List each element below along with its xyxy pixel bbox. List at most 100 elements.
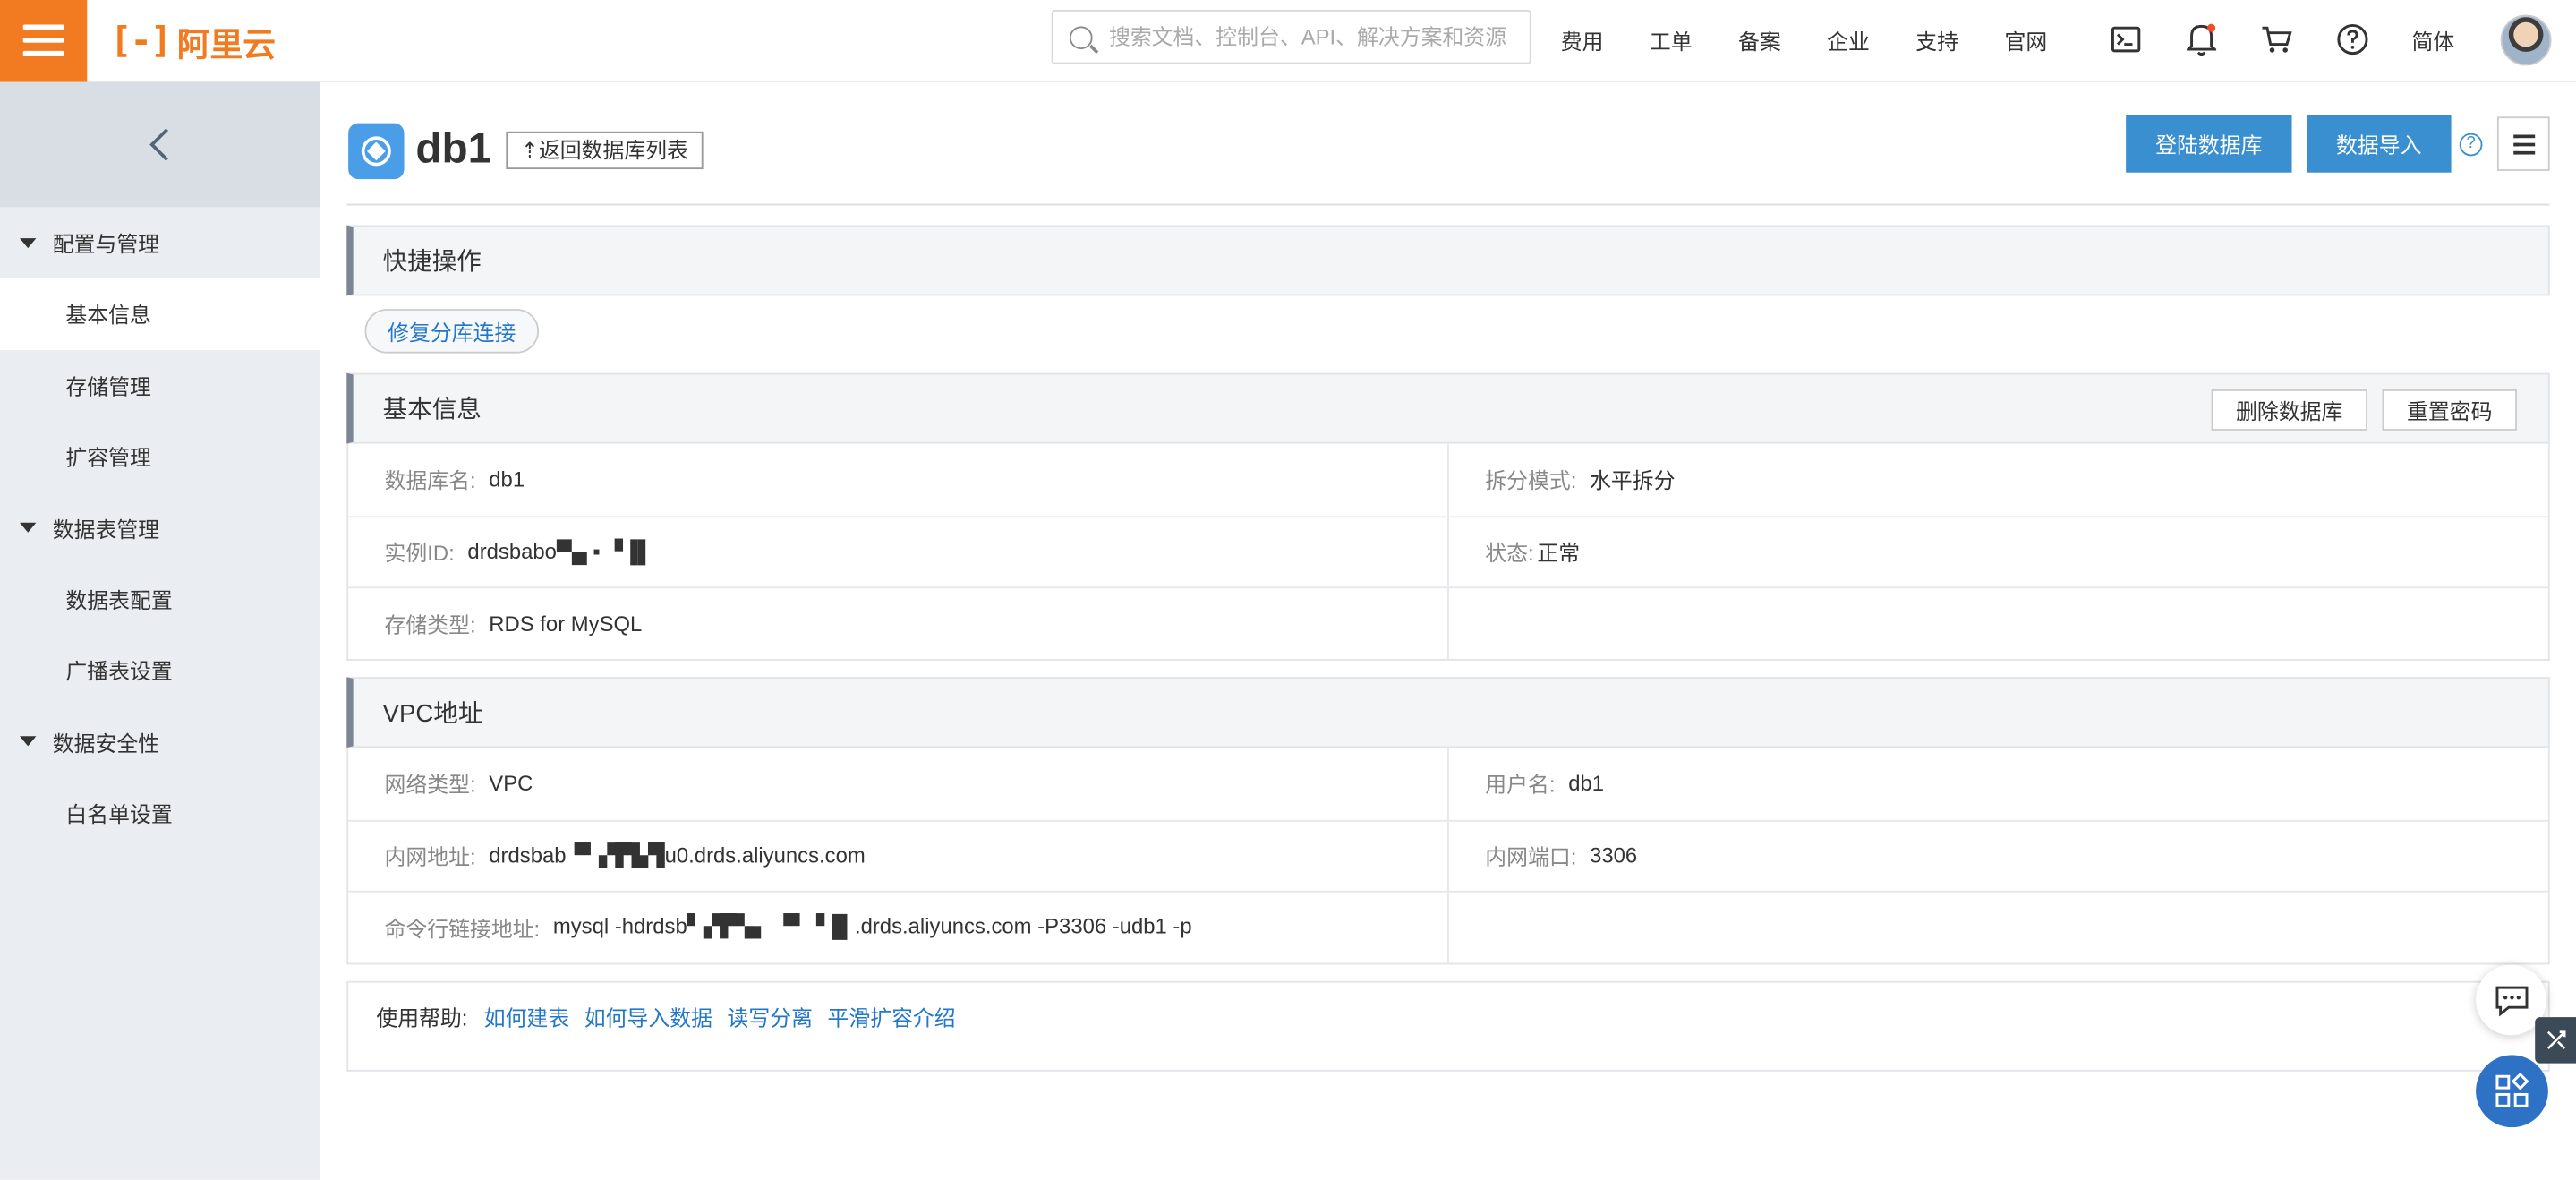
sidebar-item-broadcast[interactable]: 广播表设置 xyxy=(0,635,320,706)
caret-down-icon xyxy=(20,522,37,533)
vpc-info-table: 网络类型: VPC 用户名: db1 内网地址: drdsbab▝▘▞▛▙▜u0… xyxy=(346,748,2550,964)
field-label: 网络类型: xyxy=(384,773,476,798)
header-divider xyxy=(346,203,2550,206)
info-cell: 拆分模式: 水平拆分 xyxy=(1447,443,2548,516)
info-cell: 内网地址: drdsbab▝▘▞▛▙▜u0.drds.aliyuncs.com xyxy=(348,821,1447,891)
global-search[interactable] xyxy=(1051,10,1531,64)
sidebar-item-storage[interactable]: 存储管理 xyxy=(0,349,320,421)
help-label: 使用帮助: xyxy=(376,1005,468,1030)
sidebar-group-security[interactable]: 数据安全性 xyxy=(0,705,320,776)
login-database-button[interactable]: 登陆数据库 xyxy=(2126,115,2292,173)
field-label: 内网端口: xyxy=(1485,844,1577,870)
table-row: 存储类型: RDS for MySQL xyxy=(348,586,2548,659)
sidebar-group-tables[interactable]: 数据表管理 xyxy=(0,492,320,563)
info-cell: 用户名: db1 xyxy=(1447,748,2548,819)
top-nav: 费用 工单 备案 企业 支持 官网 xyxy=(1561,0,2094,79)
field-label: 拆分模式: xyxy=(1485,468,1577,494)
nav-tickets[interactable]: 工单 xyxy=(1650,24,1693,56)
tool-icon[interactable] xyxy=(2535,1017,2576,1064)
apps-grid-icon[interactable] xyxy=(2476,1055,2548,1128)
sidebar-item-scale[interactable]: 扩容管理 xyxy=(0,421,320,492)
nav-official-site[interactable]: 官网 xyxy=(2004,24,2047,56)
help-link-smooth-scale[interactable]: 平滑扩容介绍 xyxy=(827,1001,955,1032)
table-row: 命令行链接地址: mysql -hdrdsb▘▞▛▚▖ ▝▘▝▐▌.drds.a… xyxy=(348,890,2548,962)
caret-down-icon xyxy=(20,237,37,248)
status-value: 正常 xyxy=(1537,541,1581,566)
back-to-list-label: 返回数据库列表 xyxy=(538,138,688,163)
info-cell-empty xyxy=(1447,892,2548,962)
nav-enterprise[interactable]: 企业 xyxy=(1827,24,1870,56)
aliyun-logo[interactable]: [-] 阿里云 xyxy=(110,20,276,64)
info-cell: 实例ID: drdsbabo▀▄ ▪ ▝▐▌ xyxy=(348,517,1447,586)
instance-id-value: drdsbabo▀▄ ▪ ▝▐▌ xyxy=(467,538,653,564)
vpc-header: VPC地址 xyxy=(346,677,2550,748)
search-input[interactable] xyxy=(1108,24,1520,50)
console-page: [-] 阿里云 费用 工单 备案 企业 支持 官网 简体 xyxy=(0,0,2576,1180)
quick-ops-header: 快捷操作 xyxy=(346,225,2550,296)
field-label: 命令行链接地址: xyxy=(384,916,541,942)
help-link-create-table[interactable]: 如何建表 xyxy=(484,1001,569,1032)
sidebar-item-basic-info[interactable]: 基本信息 xyxy=(0,278,320,350)
intranet-address-value: drdsbab▝▘▞▛▙▜u0.drds.aliyuncs.com xyxy=(489,842,866,868)
sidebar-item-table-config[interactable]: 数据表配置 xyxy=(0,563,320,635)
back-to-list-button[interactable]: ⇡返回数据库列表 xyxy=(506,131,704,170)
section-title: VPC地址 xyxy=(382,699,483,729)
search-icon xyxy=(1069,25,1093,49)
database-icon xyxy=(348,123,405,180)
avatar[interactable] xyxy=(2500,14,2552,66)
reset-password-button[interactable]: 重置密码 xyxy=(2382,389,2517,431)
field-label: 存储类型: xyxy=(384,612,476,637)
chevron-left-icon xyxy=(149,128,182,161)
table-row: 数据库名: db1 拆分模式: 水平拆分 xyxy=(348,443,2548,516)
upload-arrow-icon: ⇡ xyxy=(520,138,539,163)
help-icon[interactable]: ? xyxy=(2459,132,2483,156)
caret-down-icon xyxy=(20,736,37,747)
info-cell: 数据库名: db1 xyxy=(348,444,1447,516)
sidebar: 配置与管理 基本信息 存储管理 扩容管理 数据表管理 数据表配置 广播表设置 数… xyxy=(0,81,320,1180)
network-type-value: VPC xyxy=(489,771,533,796)
cart-icon[interactable] xyxy=(2259,21,2295,57)
sidebar-item-whitelist[interactable]: 白名单设置 xyxy=(0,776,320,848)
info-cell: 命令行链接地址: mysql -hdrdsb▘▞▛▚▖ ▝▘▝▐▌.drds.a… xyxy=(348,893,1447,962)
header-actions: 登陆数据库 数据导入 ? xyxy=(2111,115,2550,173)
nav-fees[interactable]: 费用 xyxy=(1561,24,1604,56)
sidebar-group-config[interactable]: 配置与管理 xyxy=(0,207,320,278)
bell-icon[interactable] xyxy=(2183,21,2219,57)
command-line-value: mysql -hdrdsb▘▞▛▚▖ ▝▘▝▐▌.drds.aliyuncs.c… xyxy=(552,913,1192,939)
intranet-port-value: 3306 xyxy=(1590,843,1638,868)
logo-text: 阿里云 xyxy=(176,27,276,64)
help-link-import-data[interactable]: 如何导入数据 xyxy=(584,1001,712,1032)
sidebar-group-label: 配置与管理 xyxy=(52,231,160,257)
nav-support[interactable]: 支持 xyxy=(1915,24,1958,56)
table-row: 内网地址: drdsbab▝▘▞▛▙▜u0.drds.aliyuncs.com … xyxy=(348,818,2548,891)
storage-type-value: RDS for MySQL xyxy=(489,611,643,636)
sidebar-collapse-button[interactable] xyxy=(0,81,320,208)
info-cell: 状态: 正常 xyxy=(1447,517,2548,587)
field-label: 数据库名: xyxy=(384,468,476,494)
import-data-button[interactable]: 数据导入 xyxy=(2307,115,2452,173)
menu-icon[interactable] xyxy=(0,0,88,82)
page-title: db1 xyxy=(415,123,492,173)
field-label: 内网地址: xyxy=(384,844,476,870)
delete-database-button[interactable]: 删除数据库 xyxy=(2211,389,2367,431)
nav-icp[interactable]: 备案 xyxy=(1738,24,1781,56)
field-label: 用户名: xyxy=(1485,773,1556,798)
help-circle-icon[interactable] xyxy=(2334,21,2370,57)
lang-switch[interactable]: 简体 xyxy=(2412,25,2455,56)
sidebar-group-label: 数据安全性 xyxy=(52,730,160,756)
table-row: 实例ID: drdsbabo▀▄ ▪ ▝▐▌ 状态: 正常 xyxy=(348,515,2548,587)
field-label: 实例ID: xyxy=(384,541,455,566)
table-row: 网络类型: VPC 用户名: db1 xyxy=(348,748,2548,819)
db-name-value: db1 xyxy=(489,466,525,492)
basic-info-header: 基本信息 删除数据库 重置密码 xyxy=(346,372,2550,444)
terminal-icon[interactable] xyxy=(2108,21,2144,57)
info-cell-empty xyxy=(1447,588,2548,659)
username-value: db1 xyxy=(1568,771,1605,796)
basic-info-table: 数据库名: db1 拆分模式: 水平拆分 实例ID: drdsbabo▀▄ ▪ … xyxy=(346,443,2550,660)
help-link-rw-split[interactable]: 读写分离 xyxy=(727,1001,812,1032)
info-cell: 内网端口: 3306 xyxy=(1447,820,2548,891)
list-icon[interactable] xyxy=(2496,116,2550,171)
sidebar-group-label: 数据表管理 xyxy=(52,517,160,542)
info-cell: 存储类型: RDS for MySQL xyxy=(348,588,1447,658)
fix-connection-button[interactable]: 修复分库连接 xyxy=(364,309,540,354)
